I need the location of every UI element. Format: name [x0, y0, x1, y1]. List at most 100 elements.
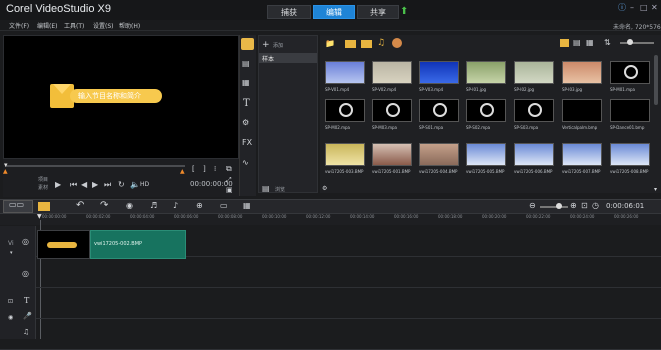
add-folder-icon[interactable]: + [262, 40, 270, 50]
graphic-icon[interactable]: ⚙ [242, 118, 249, 127]
library-settings-icon[interactable]: ⚙ [322, 185, 327, 192]
library-thumbnail[interactable] [372, 99, 412, 122]
menu-help[interactable]: 帮助(H) [119, 21, 140, 30]
play-icon[interactable]: ▶ [55, 180, 61, 189]
close-icon[interactable]: ✕ [651, 3, 658, 12]
show-audio-icon[interactable]: ♫ [377, 38, 385, 48]
record-capture-icon[interactable]: ◉ [126, 201, 133, 210]
fit-project-icon[interactable]: ⊡ [581, 201, 588, 210]
library-thumbnail[interactable] [610, 99, 650, 122]
clip-mode-label[interactable]: 素材 [38, 184, 48, 191]
library-thumbnail[interactable] [419, 61, 459, 84]
mark-in-icon[interactable]: ▲ [3, 168, 8, 175]
grid-view-icon[interactable]: ▦ [586, 38, 594, 47]
hd-label[interactable]: HD [140, 181, 149, 188]
fullscreen-icon[interactable]: ▣ [226, 186, 233, 194]
library-thumbnail[interactable] [325, 99, 365, 122]
previous-frame-icon[interactable]: ◀ [81, 180, 87, 189]
thumbnail-view-icon[interactable]: ▤ [573, 38, 581, 47]
end-icon[interactable]: ⏭ [104, 180, 111, 190]
transition-icon[interactable]: ▦ [242, 78, 250, 87]
library-thumbnail[interactable] [466, 143, 506, 166]
maximize-icon[interactable]: □ [640, 3, 648, 12]
info-icon[interactable]: ⓘ [618, 2, 626, 13]
zoom-slider[interactable] [540, 206, 568, 208]
library-thumbnail[interactable] [610, 61, 650, 84]
library-thumbnail[interactable] [325, 143, 365, 166]
overlay-track-icon[interactable]: ◎ [22, 269, 29, 278]
lock-icon[interactable]: ⊡ [8, 298, 13, 305]
project-mode-label[interactable]: 项目 [38, 176, 48, 183]
multi-camera-icon[interactable]: ▦ [243, 201, 251, 210]
library-thumbnail[interactable] [419, 143, 459, 166]
zoom-handle[interactable] [556, 203, 562, 209]
zoom-in-icon[interactable]: ⊕ [570, 201, 577, 210]
show-videos-icon[interactable] [345, 40, 356, 48]
redo-icon[interactable]: ↷ [100, 200, 108, 211]
library-thumbnail[interactable] [562, 61, 602, 84]
music-track-icon[interactable]: ♫ [23, 328, 29, 336]
sort-icon[interactable]: ⇅ [604, 38, 611, 47]
library-thumbnail[interactable] [610, 143, 650, 166]
subtitle-editor-icon[interactable]: ▭ [220, 201, 228, 210]
slider-handle[interactable] [627, 39, 633, 45]
show-photos-icon[interactable] [361, 40, 372, 48]
instant-project-icon[interactable]: ▤ [242, 59, 250, 68]
title-track-icon[interactable]: T [24, 296, 29, 305]
title-icon[interactable]: T [243, 98, 250, 109]
add-folder-label[interactable]: 添加 [273, 42, 283, 49]
menu-tools[interactable]: 工具(T) [64, 21, 84, 30]
scrubber-track[interactable] [5, 165, 185, 167]
trim-out-icon[interactable]: ] [203, 165, 206, 173]
library-thumbnail[interactable] [514, 61, 554, 84]
library-thumbnail[interactable] [419, 99, 459, 122]
list-view-icon[interactable] [560, 39, 569, 47]
filter-icon[interactable]: FX [242, 138, 252, 147]
motion-tracking-icon[interactable]: ⊕ [196, 201, 203, 210]
track-options-icon[interactable]: ▾ [10, 250, 13, 256]
browse-icon[interactable]: ▤ [262, 184, 270, 193]
enlarge-icon[interactable]: ⤢ [226, 176, 232, 185]
library-thumbnail[interactable] [466, 61, 506, 84]
next-frame-icon[interactable]: ▶ [92, 180, 98, 189]
upload-icon[interactable]: ⬆ [400, 6, 411, 18]
zoom-out-icon[interactable]: ⊖ [529, 201, 536, 210]
browse-label[interactable]: 浏览 [275, 186, 285, 193]
copy-icon[interactable]: ⧉ [226, 164, 232, 174]
volume-icon[interactable]: 🔈 [130, 180, 140, 189]
thumbnail-size-slider[interactable] [620, 42, 654, 44]
trim-in-icon[interactable]: [ [192, 165, 195, 173]
library-scrollbar[interactable] [654, 55, 658, 105]
timeline-clip-thumbnail[interactable] [37, 230, 90, 259]
timeline-view-icon[interactable] [38, 202, 50, 211]
library-options-icon[interactable] [392, 38, 402, 48]
path-icon[interactable]: ∿ [242, 158, 249, 167]
minimize-icon[interactable]: – [630, 3, 634, 12]
media-icon[interactable] [241, 38, 254, 50]
visibility-icon[interactable]: ◉ [8, 314, 13, 321]
library-thumbnail[interactable] [514, 143, 554, 166]
mark-out-icon[interactable]: ▲ [180, 168, 185, 175]
mix-icon[interactable]: ♬ [150, 201, 157, 210]
import-folder-icon[interactable]: 📁 [325, 39, 335, 48]
home-icon[interactable]: ⏮ [70, 180, 77, 190]
menu-edit[interactable]: 编辑(E) [37, 21, 57, 30]
library-thumbnail[interactable] [372, 61, 412, 84]
library-thumbnail[interactable] [466, 99, 506, 122]
tab-edit[interactable]: 编辑 [313, 5, 355, 19]
library-thumbnail[interactable] [562, 99, 602, 122]
video-track-icon[interactable]: ◎ [22, 237, 29, 246]
library-thumbnail[interactable] [325, 61, 365, 84]
voice-track-icon[interactable]: 🎤 [23, 312, 32, 320]
playhead-icon[interactable]: ▼ [37, 213, 42, 220]
tab-capture[interactable]: 捕获 [267, 5, 311, 19]
repeat-icon[interactable]: ↻ [118, 180, 125, 189]
timeline-clip[interactable]: vwi17205-002.BMP [90, 230, 186, 259]
library-thumbnail[interactable] [372, 143, 412, 166]
menu-file[interactable]: 文件(F) [9, 21, 29, 30]
library-thumbnail[interactable] [514, 99, 554, 122]
scroll-down-icon[interactable]: ▾ [654, 186, 657, 193]
menu-settings[interactable]: 设置(S) [93, 21, 114, 30]
library-thumbnail[interactable] [562, 143, 602, 166]
auto-music-icon[interactable]: ♪ [173, 201, 178, 210]
